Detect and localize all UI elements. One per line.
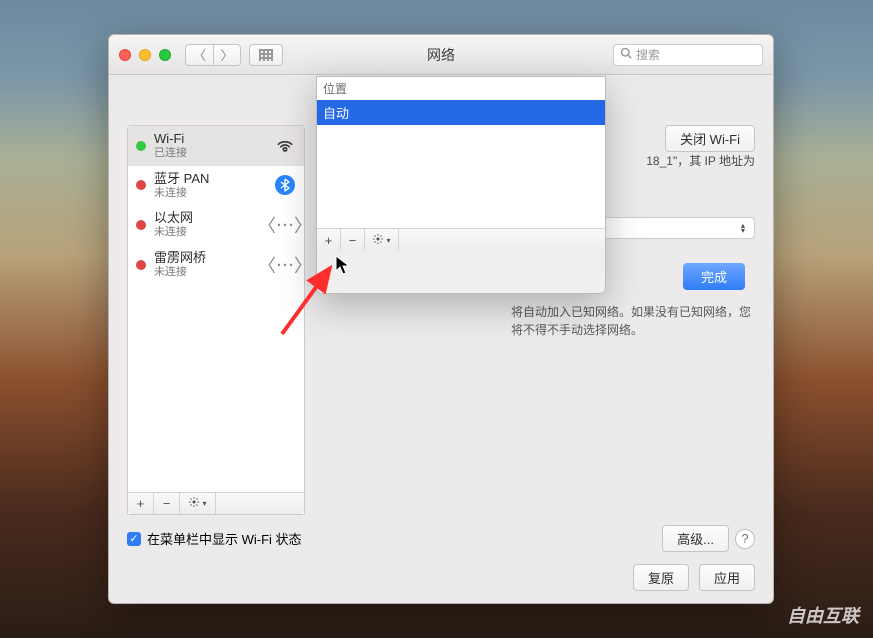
ethernet-icon: 〈⋯〉 (274, 214, 296, 236)
titlebar: 〈 〉 网络 搜索 (109, 35, 773, 75)
bluetooth-icon (275, 175, 295, 195)
chevron-right-icon: 〉 (220, 45, 233, 64)
search-placeholder: 搜索 (636, 46, 660, 63)
wifi-off-button[interactable]: 关闭 Wi-Fi (665, 125, 755, 152)
grid-icon (259, 49, 273, 61)
ip-info-text: 18_1"，其 IP 地址为 (646, 153, 755, 170)
location-selected-row[interactable]: 自动 (317, 100, 605, 125)
question-icon: ? (741, 531, 748, 546)
service-actions-menu[interactable]: ▾ (180, 493, 216, 514)
revert-button[interactable]: 复原 (633, 564, 689, 591)
minus-icon: − (163, 496, 171, 511)
sheet-toolbar: + − ▾ (317, 229, 605, 251)
service-bluetooth-pan[interactable]: 蓝牙 PAN 未连接 (128, 166, 304, 206)
status-dot-disconnected (136, 220, 146, 230)
caret-down-icon: ▾ (386, 236, 390, 245)
done-button[interactable]: 完成 (683, 263, 745, 290)
caret-down-icon: ▾ (202, 499, 206, 508)
minimize-window-button[interactable] (139, 49, 151, 61)
chevron-left-icon: 〈 (193, 45, 206, 64)
thunderbolt-icon: 〈⋯〉 (274, 254, 296, 276)
service-thunderbolt-bridge[interactable]: 雷雳网桥 未连接 〈⋯〉 (128, 245, 304, 285)
window-title: 网络 (427, 45, 455, 65)
sidebar-footer: + − ▾ (128, 492, 304, 514)
add-service-button[interactable]: + (128, 493, 154, 514)
minus-icon: − (349, 233, 357, 248)
search-icon (620, 47, 632, 62)
location-sheet: 位置 自动 + − ▾ (316, 76, 606, 294)
apply-button[interactable]: 应用 (699, 564, 755, 591)
service-ethernet[interactable]: 以太网 未连接 〈⋯〉 (128, 205, 304, 245)
remove-location-button[interactable]: − (341, 229, 365, 251)
back-button[interactable]: 〈 (185, 44, 213, 66)
location-column-header: 位置 (317, 77, 605, 100)
location-actions-menu[interactable]: ▾ (365, 229, 399, 251)
wifi-icon (274, 135, 296, 157)
services-sidebar: Wi-Fi 已连接 蓝牙 PAN 未连接 (127, 125, 305, 515)
show-all-button[interactable] (249, 44, 283, 66)
show-wifi-menubar-checkbox[interactable]: ✓ (127, 532, 141, 546)
status-dot-disconnected (136, 260, 146, 270)
status-dot-connected (136, 141, 146, 151)
service-wifi[interactable]: Wi-Fi 已连接 (128, 126, 304, 166)
checkbox-label: 在菜单栏中显示 Wi-Fi 状态 (147, 529, 302, 548)
plus-icon: + (137, 496, 145, 511)
forward-button[interactable]: 〉 (213, 44, 241, 66)
plus-icon: + (325, 233, 333, 248)
footer-row: ✓ 在菜单栏中显示 Wi-Fi 状态 高级... ? (127, 525, 755, 552)
gear-icon (188, 496, 200, 511)
window-controls (119, 49, 171, 61)
help-button[interactable]: ? (735, 529, 755, 549)
advanced-button[interactable]: 高级... (662, 525, 729, 552)
add-location-button[interactable]: + (317, 229, 341, 251)
gear-icon (372, 233, 384, 248)
updown-icon: ▴▾ (736, 223, 750, 233)
status-dot-disconnected (136, 180, 146, 190)
search-field[interactable]: 搜索 (613, 44, 763, 66)
location-list: 位置 自动 (317, 77, 605, 229)
zoom-window-button[interactable] (159, 49, 171, 61)
auto-join-hint: 将自动加入已知网络。如果没有已知网络，您将不得不手动选择网络。 (511, 303, 755, 339)
close-window-button[interactable] (119, 49, 131, 61)
remove-service-button[interactable]: − (154, 493, 180, 514)
desktop-background: 〈 〉 网络 搜索 Wi-Fi (0, 0, 873, 638)
watermark-text: 自由互联 (787, 602, 859, 628)
